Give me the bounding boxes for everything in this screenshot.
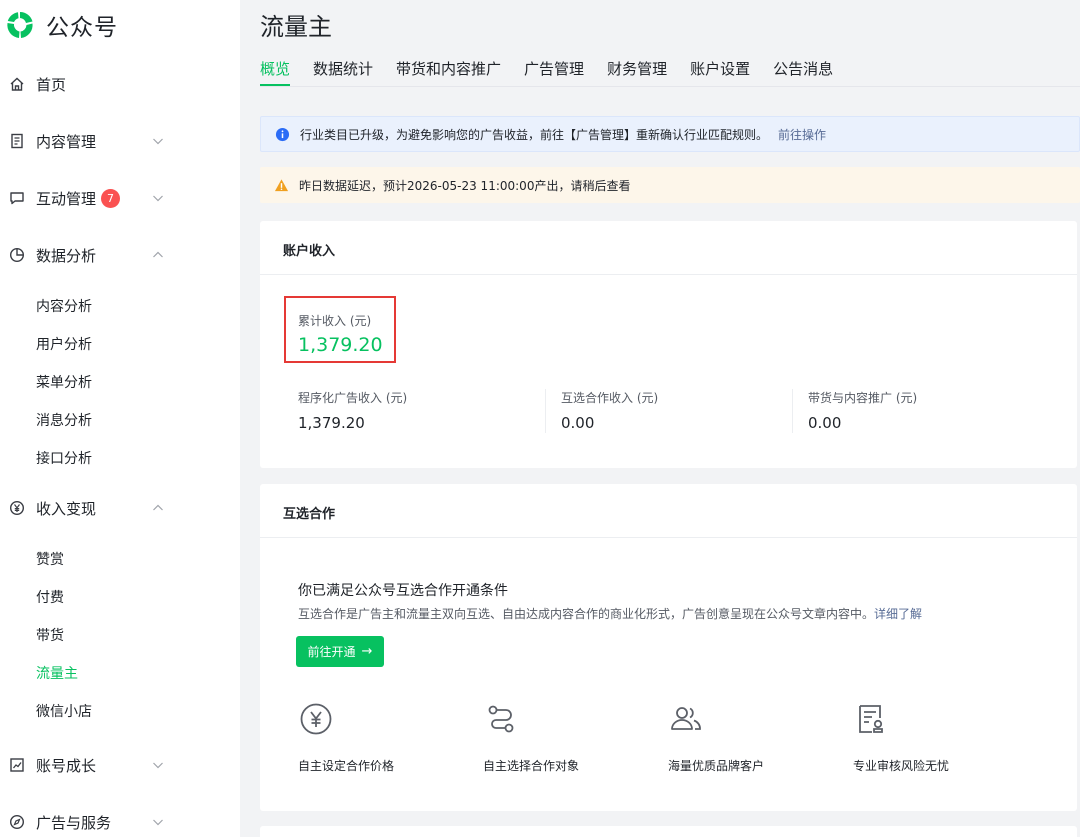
account-income-card: 账户收入 累计收入 (元) 1,379.20 程序化广告收入 (元) 1,379… [260,221,1077,468]
sidebar-item-label: 数据分析 [36,246,97,265]
info-notice-text: 行业类目已升级，为避免影响您的广告收益，前往【广告管理】重新确认行业匹配规则。 [300,127,769,142]
sidebar-item-label: 内容管理 [36,132,97,151]
feature-item: 海量优质品牌客户 [668,702,764,774]
tab-divider [260,86,1080,87]
sidebar-item-label: 首页 [36,75,67,94]
stat-label: 带货与内容推广 (元) [808,391,918,405]
sidebar-subitem-appreciation[interactable]: 赞赏 [36,549,64,569]
sidebar-subitem-traffic-owner[interactable]: 流量主 [36,663,78,683]
sidebar-item-account-growth[interactable]: 账号成长 [0,745,240,785]
stat-mutual-selection: 互选合作收入 (元) 0.00 [561,389,658,432]
sidebar-subitem-user-analysis[interactable]: 用户分析 [36,334,92,354]
divider [792,389,793,433]
info-notice-link[interactable]: 前往操作 [778,126,826,143]
feature-label: 自主选择合作对象 [483,759,580,773]
learn-more-link[interactable]: 详细了解 [874,607,922,621]
wechat-mp-logo-icon [7,12,33,38]
sidebar-item-label: 广告与服务 [36,813,112,832]
stat-label: 互选合作收入 (元) [561,391,659,405]
feature-item: 自主选择合作对象 [483,702,579,774]
sidebar-item-ads-services[interactable]: 广告与服务 [0,802,240,837]
tab-bar: 概览 数据统计 带货和内容推广 广告管理 财务管理 账户设置 公告消息 [260,58,856,88]
arrow-right-icon: → [361,644,373,659]
tab-finance[interactable]: 财务管理 [607,58,667,86]
sidebar-item-label: 账号成长 [36,756,97,775]
page-title: 流量主 [260,13,332,41]
tab-commerce-promotion[interactable]: 带货和内容推广 [396,58,501,86]
sidebar-subitem-paid[interactable]: 付费 [36,587,64,607]
coop-description-text: 互选合作是广告主和流量主双向互选、自由达成内容合作的商业化形式，广告创意呈现在公… [298,607,875,621]
sidebar-item-home[interactable]: 首页 [0,64,240,104]
sidebar-item-monetization[interactable]: 收入变现 [0,488,240,528]
sidebar-subitem-api-analysis[interactable]: 接口分析 [36,448,92,468]
card-header: 互选合作 [260,484,1077,538]
notification-badge: 7 [101,188,120,208]
stat-label: 程序化广告收入 (元) [298,391,408,405]
sidebar: 公众号 首页 内容管理 互动管理 7 数据分析 内容分析 用户分析 菜单分析 消… [0,0,240,837]
route-icon [488,705,514,733]
app-logo[interactable]: 公众号 [4,8,118,42]
home-icon [10,77,24,91]
stat-programmatic-ads: 程序化广告收入 (元) 1,379.20 [298,389,407,432]
yen-icon [9,500,25,516]
app-name: 公众号 [46,15,118,41]
total-income-value: 1,379.20 [298,334,383,356]
sidebar-subitem-commerce[interactable]: 带货 [36,625,64,645]
total-income-label: 累计收入 (元) [298,314,372,328]
growth-chart-icon [10,758,24,772]
stat-value: 1,379.20 [298,414,365,432]
divider [545,389,546,433]
chevron-down-icon [153,762,163,769]
feature-label: 专业审核风险无忧 [853,759,950,773]
sidebar-subitem-message-analysis[interactable]: 消息分析 [36,410,92,430]
tab-ad-management[interactable]: 广告管理 [524,58,584,86]
sidebar-item-label: 互动管理 [36,189,97,208]
sidebar-item-content[interactable]: 内容管理 [0,121,240,161]
stat-commerce-promotion: 带货与内容推广 (元) 0.00 [808,389,917,432]
yen-circle-icon [300,703,332,735]
info-icon [275,127,290,141]
chevron-down-icon [153,138,163,145]
chevron-up-icon [153,504,163,511]
mutual-selection-card: 互选合作 你已满足公众号互选合作开通条件 互选合作是广告主和流量主双向互选、自由… [260,484,1077,811]
main-content: 流量主 概览 数据统计 带货和内容推广 广告管理 财务管理 账户设置 公告消息 … [240,0,1080,837]
sidebar-item-data-analysis[interactable]: 数据分析 [0,235,240,275]
chevron-down-icon [153,819,163,826]
users-icon [671,707,701,730]
sidebar-subitem-content-analysis[interactable]: 内容分析 [36,296,92,316]
sidebar-subitem-wechat-shop[interactable]: 微信小店 [36,701,92,721]
feature-label: 海量优质品牌客户 [668,759,765,773]
document-icon [11,133,23,149]
feature-label: 自主设定合作价格 [298,759,395,773]
card-title: 账户收入 [283,244,336,259]
feature-item: 自主设定合作价格 [298,702,394,774]
coop-description: 互选合作是广告主和流量主双向互选、自由达成内容合作的商业化形式，广告创意呈现在公… [298,605,922,622]
card-header: 账户收入 [260,221,1077,275]
tab-overview[interactable]: 概览 [260,58,291,86]
chat-icon [10,192,24,205]
next-card [260,826,1077,837]
pie-chart-icon [9,247,25,263]
activate-button-label: 前往开通 [307,645,356,659]
warning-notice-text: 昨日数据延迟，预计2026-05-23 11:00:00产出，请稍后查看 [299,178,631,193]
stat-value: 0.00 [561,414,595,432]
compass-icon [9,814,25,830]
review-doc-icon [859,705,883,733]
coop-heading: 你已满足公众号互选合作开通条件 [298,583,508,599]
chevron-up-icon [153,251,163,258]
sidebar-item-label: 收入变现 [36,499,97,518]
warning-notice: 昨日数据延迟，预计2026-05-23 11:00:00产出，请稍后查看 [260,167,1080,203]
tab-statistics[interactable]: 数据统计 [313,58,373,86]
sidebar-item-interaction[interactable]: 互动管理 7 [0,178,240,218]
card-title: 互选合作 [283,507,336,522]
stat-value: 0.00 [808,414,842,432]
feature-item: 专业审核风险无忧 [853,702,949,774]
activate-button[interactable]: 前往开通 → [296,636,384,667]
sidebar-subitem-menu-analysis[interactable]: 菜单分析 [36,372,92,392]
warning-icon [274,178,289,191]
tab-announcements[interactable]: 公告消息 [773,58,833,86]
chevron-down-icon [153,195,163,202]
info-notice: 行业类目已升级，为避免影响您的广告收益，前往【广告管理】重新确认行业匹配规则。 … [260,116,1080,152]
tab-account-settings[interactable]: 账户设置 [690,58,750,86]
